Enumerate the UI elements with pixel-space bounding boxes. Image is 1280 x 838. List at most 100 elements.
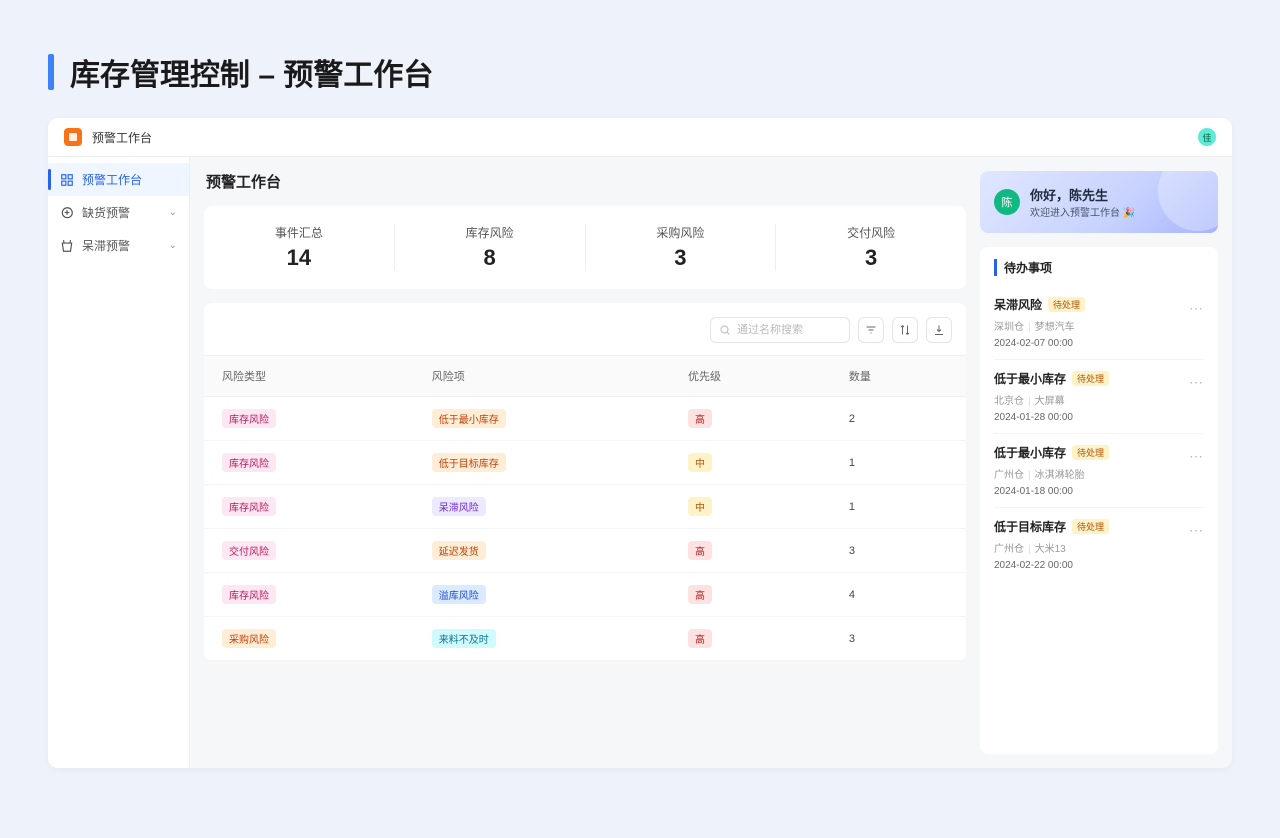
risk-table: 风险类型风险项优先级数量 库存风险低于最小库存高2库存风险低于目标库存中1库存风… [204,355,966,661]
table-row[interactable]: 库存风险溢库风险高4 [204,573,966,617]
sidebar: 预警工作台缺货预警⌄ 呆滞预警 ⌄ [48,157,190,768]
sidebar-icon [60,206,74,220]
risk-item-tag: 溢库风险 [432,585,486,604]
todo-sub: 广州仓|大米13 [994,540,1204,555]
stat-value: 3 [586,245,776,271]
todo-time: 2024-01-18 00:00 [994,486,1204,497]
export-button[interactable] [926,317,952,343]
table-row[interactable]: 库存风险 低于最小库存 高 2 [204,397,966,441]
stat-label: 事件汇总 [204,224,394,241]
count-cell: 3 [831,617,966,661]
count-cell: 2 [831,397,966,441]
title-accent [48,54,54,90]
stat-label: 交付风险 [776,224,966,241]
todo-name: 呆滞风险 [994,296,1042,313]
greeting-avatar: 陈 [994,189,1020,215]
sidebar-icon [60,173,74,187]
table-row[interactable]: 库存风险 低于目标库存 中 1 [204,441,966,485]
todo-name: 低于目标库存 [994,518,1066,535]
stat-value: 8 [395,245,585,271]
app-logo-icon [64,128,82,146]
search-input-wrapper[interactable] [710,317,850,343]
table-row[interactable]: 库存风险呆滞风险中1 [204,485,966,529]
risk-type-tag: 交付风险 [222,541,276,560]
app-frame: 预警工作台 佳 预警工作台缺货预警⌄呆滞预警⌄ 预警工作台 事件汇总14库存风险… [48,118,1232,768]
todo-status-badge: 待处理 [1048,297,1085,312]
todo-title: 待办事项 [994,259,1204,276]
risk-type-tag: 采购风险 [222,629,276,648]
table-row[interactable]: 采购风险 来料不及时 高 3 [204,617,966,661]
todo-status-badge: 待处理 [1072,371,1109,386]
todo-sub: 广州仓|冰淇淋轮胎 [994,466,1204,481]
more-icon[interactable]: ⋯ [1189,374,1204,391]
chevron-down-icon: ⌄ [169,240,177,251]
stat-label: 采购风险 [586,224,776,241]
table-header[interactable]: 优先级 [670,356,831,397]
todo-status-badge: 待处理 [1072,519,1109,534]
todo-sub: 深圳仓|梦想汽车 [994,318,1204,333]
sidebar-item-0[interactable]: 预警工作台 [48,163,189,196]
risk-item-tag: 延迟发货 [432,541,486,560]
priority-tag: 高 [688,409,712,428]
stat-value: 14 [204,245,394,271]
risk-item-tag: 低于最小库存 [432,409,506,428]
stat-item[interactable]: 事件汇总 14 [204,224,395,271]
search-input[interactable] [737,324,841,336]
risk-type-tag: 库存风险 [222,585,276,604]
page-title: 库存管理控制 – 预警工作台 [70,50,433,94]
table-header[interactable]: 风险项 [414,356,670,397]
priority-tag: 高 [688,585,712,604]
sidebar-item-label: 呆滞预警 [82,237,130,254]
priority-tag: 中 [688,453,712,472]
greeting-hello: 你好，陈先生 [1030,185,1135,204]
risk-type-tag: 库存风险 [222,497,276,516]
sidebar-item-label: 缺货预警 [82,204,130,221]
todo-name: 低于最小库存 [994,444,1066,461]
stats-card: 事件汇总14库存风险8采购风险3交付风险3 [204,206,966,289]
todo-item[interactable]: 低于目标库存待处理广州仓|大米13 2024-02-22 00:00 ⋯ [994,508,1204,581]
count-cell: 3 [831,529,966,573]
todo-status-badge: 待处理 [1072,445,1109,460]
todo-time: 2024-02-22 00:00 [994,560,1204,571]
user-avatar[interactable]: 佳 [1198,128,1216,146]
priority-tag: 高 [688,541,712,560]
priority-tag: 高 [688,629,712,648]
sidebar-item-2[interactable]: 呆滞预警 ⌄ [48,229,189,262]
sidebar-icon [60,239,74,253]
todo-time: 2024-01-28 00:00 [994,412,1204,423]
more-icon[interactable]: ⋯ [1189,448,1204,465]
stat-item[interactable]: 库存风险 8 [395,224,586,271]
todo-item[interactable]: 低于最小库存待处理北京仓|大屏幕 2024-01-28 00:00 ⋯ [994,360,1204,434]
risk-type-tag: 库存风险 [222,409,276,428]
table-header[interactable]: 数量 [831,356,966,397]
risk-item-tag: 呆滞风险 [432,497,486,516]
stat-value: 3 [776,245,966,271]
risk-type-tag: 库存风险 [222,453,276,472]
sidebar-item-1[interactable]: 缺货预警⌄ [48,196,189,229]
main-title: 预警工作台 [204,171,966,192]
greeting-welcome: 欢迎进入预警工作台 🎉 [1030,204,1135,219]
table-row[interactable]: 交付风险 延迟发货 高 3 [204,529,966,573]
sidebar-item-label: 预警工作台 [82,171,142,188]
todo-item[interactable]: 呆滞风险待处理深圳仓|梦想汽车 2024-02-07 00:00 ⋯ [994,286,1204,360]
stat-item[interactable]: 交付风险 3 [776,224,966,271]
todo-item[interactable]: 低于最小库存待处理广州仓|冰淇淋轮胎 2024-01-18 00:00 ⋯ [994,434,1204,508]
more-icon[interactable]: ⋯ [1189,522,1204,539]
todo-sub: 北京仓|大屏幕 [994,392,1204,407]
risk-item-tag: 低于目标库存 [432,453,506,472]
todo-name: 低于最小库存 [994,370,1066,387]
risk-table-card: 风险类型风险项优先级数量 库存风险低于最小库存高2库存风险低于目标库存中1库存风… [204,303,966,661]
more-icon[interactable]: ⋯ [1189,300,1204,317]
greeting-card: 陈 你好，陈先生 欢迎进入预警工作台 🎉 [980,171,1218,233]
risk-item-tag: 来料不及时 [432,629,496,648]
count-cell: 1 [831,441,966,485]
search-icon [719,324,731,336]
stat-item[interactable]: 采购风险 3 [586,224,777,271]
count-cell: 1 [831,485,966,529]
app-header: 预警工作台 佳 [48,118,1232,157]
todo-time: 2024-02-07 00:00 [994,338,1204,349]
stat-label: 库存风险 [395,224,585,241]
table-header[interactable]: 风险类型 [204,356,414,397]
filter-button[interactable] [858,317,884,343]
sort-button[interactable] [892,317,918,343]
